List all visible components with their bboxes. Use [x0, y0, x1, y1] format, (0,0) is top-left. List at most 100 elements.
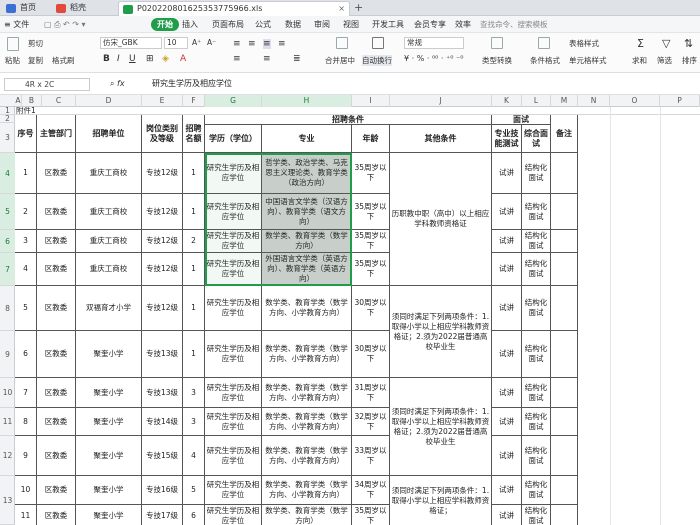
align-top-icon[interactable]: ≡	[233, 39, 241, 49]
post-cell[interactable]: 专技16级	[142, 476, 183, 505]
major-cell[interactable]: 数学类、教育学类（数学方向、小学教育方向）	[262, 378, 352, 408]
major-cell[interactable]: 哲学类、政治学类、马克思主义理论类、教育学类（政治方向）	[262, 153, 352, 194]
skill-test-cell[interactable]: 试讲	[492, 194, 522, 230]
menu-review[interactable]: 审阅	[314, 18, 330, 31]
education-cell[interactable]: 研究生学历及相应学位	[205, 286, 262, 331]
skill-test-cell[interactable]: 试讲	[492, 378, 522, 408]
header-education[interactable]: 学历（学位）	[205, 125, 262, 153]
header-quota[interactable]: 招聘名额	[183, 115, 205, 153]
quota-cell[interactable]: 4	[183, 436, 205, 476]
type-convert-button[interactable]: 类型转换	[482, 55, 512, 66]
age-cell[interactable]: 32周岁以下	[352, 408, 390, 436]
align-center-icon[interactable]: ≡	[263, 39, 271, 49]
combined-cell[interactable]: 结构化面试	[522, 253, 551, 286]
column-header-c[interactable]: C	[42, 95, 76, 107]
seq-cell[interactable]: 9	[15, 436, 37, 476]
menu-data[interactable]: 数据	[285, 18, 301, 31]
header-unit[interactable]: 招聘单位	[76, 115, 142, 153]
tab-docer[interactable]: 稻壳	[52, 1, 114, 16]
command-search[interactable]: 查找命令、搜索模板	[468, 18, 572, 31]
post-cell[interactable]: 专技12级	[142, 153, 183, 194]
align-left-icon[interactable]: ≡	[233, 54, 241, 64]
notes-cell[interactable]	[551, 286, 578, 331]
combined-cell[interactable]: 结构化面试	[522, 505, 551, 525]
post-cell[interactable]: 专技13级	[142, 331, 183, 378]
header-major[interactable]: 专业	[262, 125, 352, 153]
major-cell[interactable]: 数学类、教育学类（数学方向、小学教育方向）	[262, 331, 352, 378]
seq-cell[interactable]: 7	[15, 378, 37, 408]
copy-button[interactable]: 复制	[28, 55, 43, 66]
font-name-select[interactable]: 仿宋_GBK	[100, 37, 162, 49]
dept-cell[interactable]: 区教委	[37, 505, 76, 525]
cut-button[interactable]: 剪切	[28, 38, 43, 49]
other-conditions-group-1[interactable]: 历职教中职（高中）以上相应学科教师资格证	[390, 153, 492, 286]
header-age[interactable]: 年龄	[352, 125, 390, 153]
header-conditions[interactable]: 招聘条件	[205, 115, 492, 125]
notes-cell[interactable]	[551, 194, 578, 230]
merge-center-button[interactable]: 合并居中	[325, 55, 355, 66]
major-cell[interactable]: 数学类、教育学类（数学方向）	[262, 505, 352, 525]
font-size-select[interactable]: 10	[164, 37, 188, 49]
unit-cell[interactable]: 重庆工商校	[76, 230, 142, 253]
table-style-button[interactable]: 表格样式	[569, 38, 599, 49]
unit-cell[interactable]: 重庆工商校	[76, 253, 142, 286]
align-bottom-icon[interactable]: ≡	[278, 39, 286, 49]
column-header-f[interactable]: F	[183, 95, 205, 107]
unit-cell[interactable]: 重庆工商校	[76, 194, 142, 230]
font-color-icon[interactable]: A	[180, 54, 186, 64]
notes-cell[interactable]	[551, 378, 578, 408]
menu-member[interactable]: 会员专享	[414, 18, 446, 31]
quota-cell[interactable]: 3	[183, 408, 205, 436]
education-cell[interactable]: 研究生学历及相应学位	[205, 230, 262, 253]
sum-button[interactable]: 求和	[632, 55, 647, 66]
major-cell[interactable]: 数学类、教育学类（数学方向、小学教育方向）	[262, 476, 352, 505]
notes-cell[interactable]	[551, 331, 578, 378]
skill-test-cell[interactable]: 试讲	[492, 286, 522, 331]
skill-test-cell[interactable]: 试讲	[492, 331, 522, 378]
quota-cell[interactable]: 1	[183, 253, 205, 286]
major-cell[interactable]: 数学类、教育学类（数学方向、小学教育方向）	[262, 436, 352, 476]
header-interview[interactable]: 面试	[492, 115, 551, 125]
quota-cell[interactable]: 5	[183, 476, 205, 505]
row-header-12[interactable]: 12	[0, 436, 15, 476]
column-header-o[interactable]: O	[610, 95, 660, 107]
age-cell[interactable]: 33周岁以下	[352, 436, 390, 476]
seq-cell[interactable]: 4	[15, 253, 37, 286]
notes-cell[interactable]	[551, 476, 578, 505]
unit-cell[interactable]: 聚奎小学	[76, 505, 142, 525]
skill-test-cell[interactable]: 试讲	[492, 505, 522, 525]
post-cell[interactable]: 专技14级	[142, 408, 183, 436]
tab-home[interactable]: 首页	[2, 1, 50, 16]
formula-content[interactable]: 研究生学历及相应学位	[152, 78, 232, 90]
sort-icon[interactable]: ⇅	[684, 37, 693, 50]
unit-cell[interactable]: 聚奎小学	[76, 436, 142, 476]
dept-cell[interactable]: 区教委	[37, 436, 76, 476]
merge-icon[interactable]	[336, 37, 348, 49]
seq-cell[interactable]: 5	[15, 286, 37, 331]
column-header-l[interactable]: L	[522, 95, 551, 107]
skill-test-cell[interactable]: 试讲	[492, 153, 522, 194]
column-header-p[interactable]: P	[660, 95, 700, 107]
header-dept[interactable]: 主管部门	[37, 115, 76, 153]
row-header-2[interactable]: 2	[0, 114, 15, 123]
dept-cell[interactable]: 区教委	[37, 194, 76, 230]
dept-cell[interactable]: 区教委	[37, 230, 76, 253]
combined-cell[interactable]: 结构化面试	[522, 286, 551, 331]
font-grow-button[interactable]: A⁺	[192, 38, 201, 47]
seq-cell[interactable]: 11	[15, 505, 37, 525]
column-header-i[interactable]: I	[352, 95, 390, 107]
education-cell[interactable]: 研究生学历及相应学位	[205, 331, 262, 378]
menu-dev-tools[interactable]: 开发工具	[372, 18, 404, 31]
column-header-m[interactable]: M	[551, 95, 578, 107]
dept-cell[interactable]: 区教委	[37, 408, 76, 436]
combined-cell[interactable]: 结构化面试	[522, 476, 551, 505]
header-post[interactable]: 岗位类别及等级	[142, 115, 183, 153]
combined-cell[interactable]: 结构化面试	[522, 194, 551, 230]
row-header-7[interactable]: 7	[0, 253, 15, 286]
other-conditions-group-2[interactable]: 须同时满足下列两项条件：1.取得小学以上相应学科教师资格证；2.须为2022届普…	[390, 286, 492, 378]
other-conditions-group-4[interactable]: 须同时满足下列两项条件：1.取得小学以上相应学科教师资格证；	[390, 476, 492, 525]
seq-cell[interactable]: 8	[15, 408, 37, 436]
seq-cell[interactable]: 1	[15, 153, 37, 194]
row-header-10[interactable]: 10	[0, 378, 15, 408]
dept-cell[interactable]: 区教委	[37, 153, 76, 194]
